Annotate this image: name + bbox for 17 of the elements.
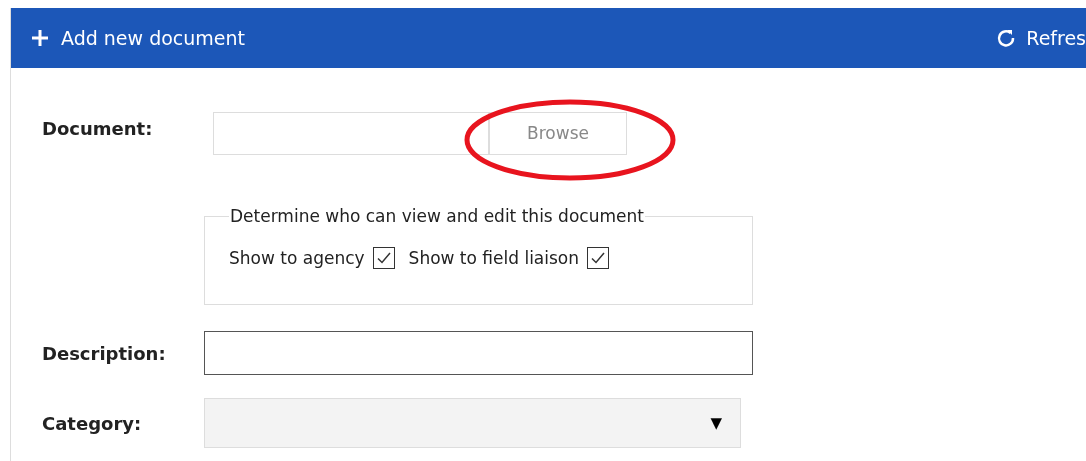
description-label: Description: [42, 341, 167, 366]
document-label: Document: [42, 117, 154, 141]
plus-icon [31, 29, 49, 47]
description-field[interactable] [204, 331, 753, 375]
dropdown-arrow: ▼ [710, 412, 722, 434]
refresh-icon [996, 28, 1017, 48]
add-document-button[interactable]: Add new document [31, 8, 245, 68]
refresh-button[interactable]: Refres [996, 8, 1086, 68]
document-field[interactable] [213, 112, 489, 155]
checkbox[interactable] [587, 247, 610, 270]
checkbox-label: Show to field liaison [408, 246, 580, 270]
checkbox[interactable] [372, 247, 395, 270]
visibility-legend: Determine who can view and edit this document [229, 204, 645, 230]
category-dropdown[interactable]: ▼ [204, 398, 741, 448]
checkbox-label: Show to agency [229, 246, 365, 270]
browse-button[interactable]: Browse [489, 112, 627, 155]
category-label: Category: [42, 411, 143, 436]
